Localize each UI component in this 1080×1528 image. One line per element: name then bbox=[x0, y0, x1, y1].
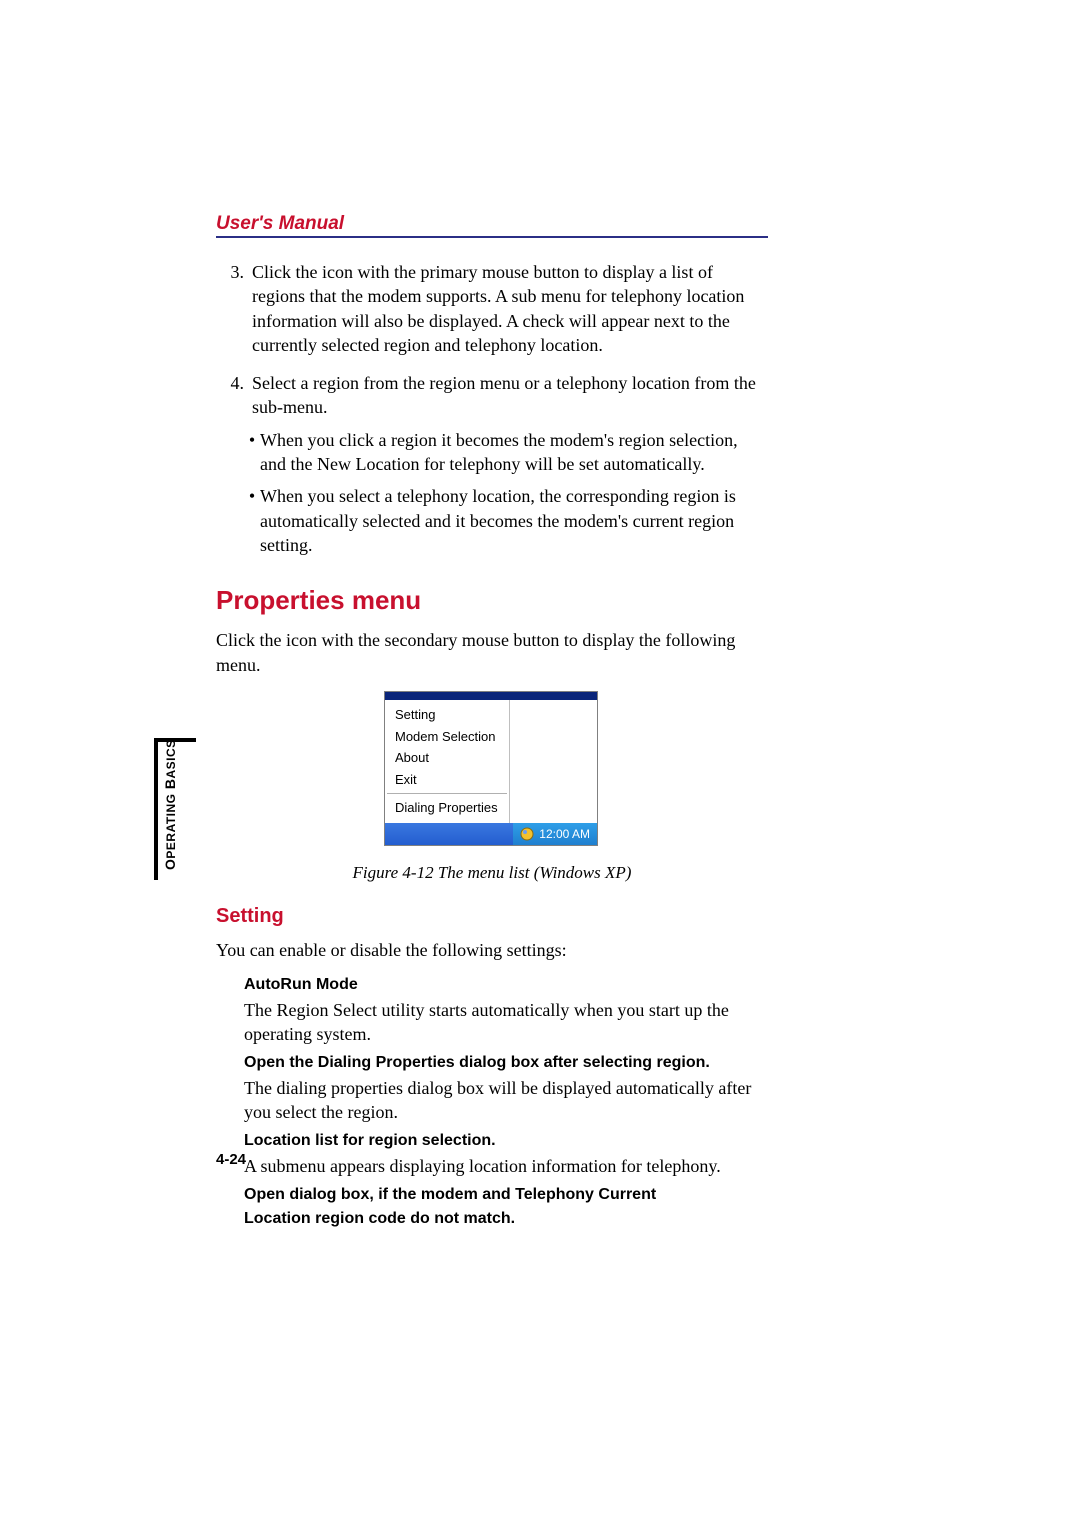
setting-mismatch-dialog-title-line2: Location region code do not match. bbox=[244, 1208, 768, 1230]
main-content: 3. Click the icon with the primary mouse… bbox=[216, 260, 768, 1235]
menu-item-about[interactable]: About bbox=[385, 747, 509, 769]
side-tab-cap1: O bbox=[162, 859, 178, 870]
step-4: 4. Select a region from the region menu … bbox=[216, 371, 768, 420]
bullet-2: • When you select a telephony location, … bbox=[244, 484, 768, 557]
setting-location-list-title: Location list for region selection. bbox=[244, 1130, 768, 1152]
tray-clock: 12:00 AM bbox=[539, 826, 590, 842]
menu-empty-area bbox=[510, 700, 597, 823]
menu-item-dialing-properties[interactable]: Dialing Properties bbox=[385, 797, 509, 819]
system-tray[interactable]: 12:00 AM bbox=[513, 823, 597, 845]
step-3-text: Click the icon with the primary mouse bu… bbox=[252, 260, 768, 357]
tray-icon[interactable] bbox=[520, 827, 534, 841]
figure-menu-screenshot: Setting Modem Selection About Exit Diali… bbox=[384, 691, 600, 846]
setting-mismatch-dialog-title-line1: Open dialog box, if the modem and Teleph… bbox=[244, 1184, 768, 1206]
setting-dialing-dialog-desc: The dialing properties dialog box will b… bbox=[244, 1076, 768, 1125]
properties-menu-intro: Click the icon with the secondary mouse … bbox=[216, 628, 768, 677]
menu-item-setting[interactable]: Setting bbox=[385, 704, 509, 726]
menu-titlebar bbox=[385, 692, 597, 700]
setting-dialing-dialog: Open the Dialing Properties dialog box a… bbox=[244, 1052, 768, 1124]
side-tab-cap2: B bbox=[162, 778, 178, 793]
side-tab-small2: ASICS bbox=[164, 739, 178, 778]
header-title: User's Manual bbox=[216, 213, 344, 235]
side-tab-label: OPERATING BASICS bbox=[162, 739, 178, 870]
setting-autorun-desc: The Region Select utility starts automat… bbox=[244, 998, 768, 1047]
setting-mismatch-dialog: Open dialog box, if the modem and Teleph… bbox=[244, 1184, 768, 1229]
bullet-dot: • bbox=[244, 484, 260, 557]
setting-dialing-dialog-title: Open the Dialing Properties dialog box a… bbox=[244, 1052, 768, 1074]
taskbar: 12:00 AM bbox=[385, 823, 597, 845]
menu-list: Setting Modem Selection About Exit Diali… bbox=[385, 700, 510, 823]
section-heading-properties-menu: Properties menu bbox=[216, 583, 768, 618]
setting-intro: You can enable or disable the following … bbox=[216, 938, 768, 962]
bullet-1: • When you click a region it becomes the… bbox=[244, 428, 768, 477]
side-tab-small1: PERATING bbox=[164, 793, 178, 858]
step-3-number: 3. bbox=[216, 260, 252, 357]
menu-item-exit[interactable]: Exit bbox=[385, 769, 509, 791]
bullet-2-text: When you select a telephony location, th… bbox=[260, 484, 768, 557]
setting-autorun: AutoRun Mode The Region Select utility s… bbox=[244, 974, 768, 1046]
step-4-number: 4. bbox=[216, 371, 252, 420]
figure-caption: Figure 4-12 The menu list (Windows XP) bbox=[216, 862, 768, 885]
setting-location-list: Location list for region selection. A su… bbox=[244, 1130, 768, 1178]
bullet-dot: • bbox=[244, 428, 260, 477]
header-rule bbox=[216, 236, 768, 238]
menu-separator bbox=[387, 793, 507, 794]
context-menu: Setting Modem Selection About Exit Diali… bbox=[384, 691, 598, 846]
setting-location-list-desc: A submenu appears displaying location in… bbox=[244, 1154, 768, 1178]
setting-autorun-title: AutoRun Mode bbox=[244, 974, 768, 996]
page-number: 4-24 bbox=[216, 1151, 246, 1168]
subsection-heading-setting: Setting bbox=[216, 903, 768, 930]
step-4-text: Select a region from the region menu or … bbox=[252, 371, 768, 420]
bullet-1-text: When you click a region it becomes the m… bbox=[260, 428, 768, 477]
step-3: 3. Click the icon with the primary mouse… bbox=[216, 260, 768, 357]
menu-item-modem-selection[interactable]: Modem Selection bbox=[385, 726, 509, 748]
